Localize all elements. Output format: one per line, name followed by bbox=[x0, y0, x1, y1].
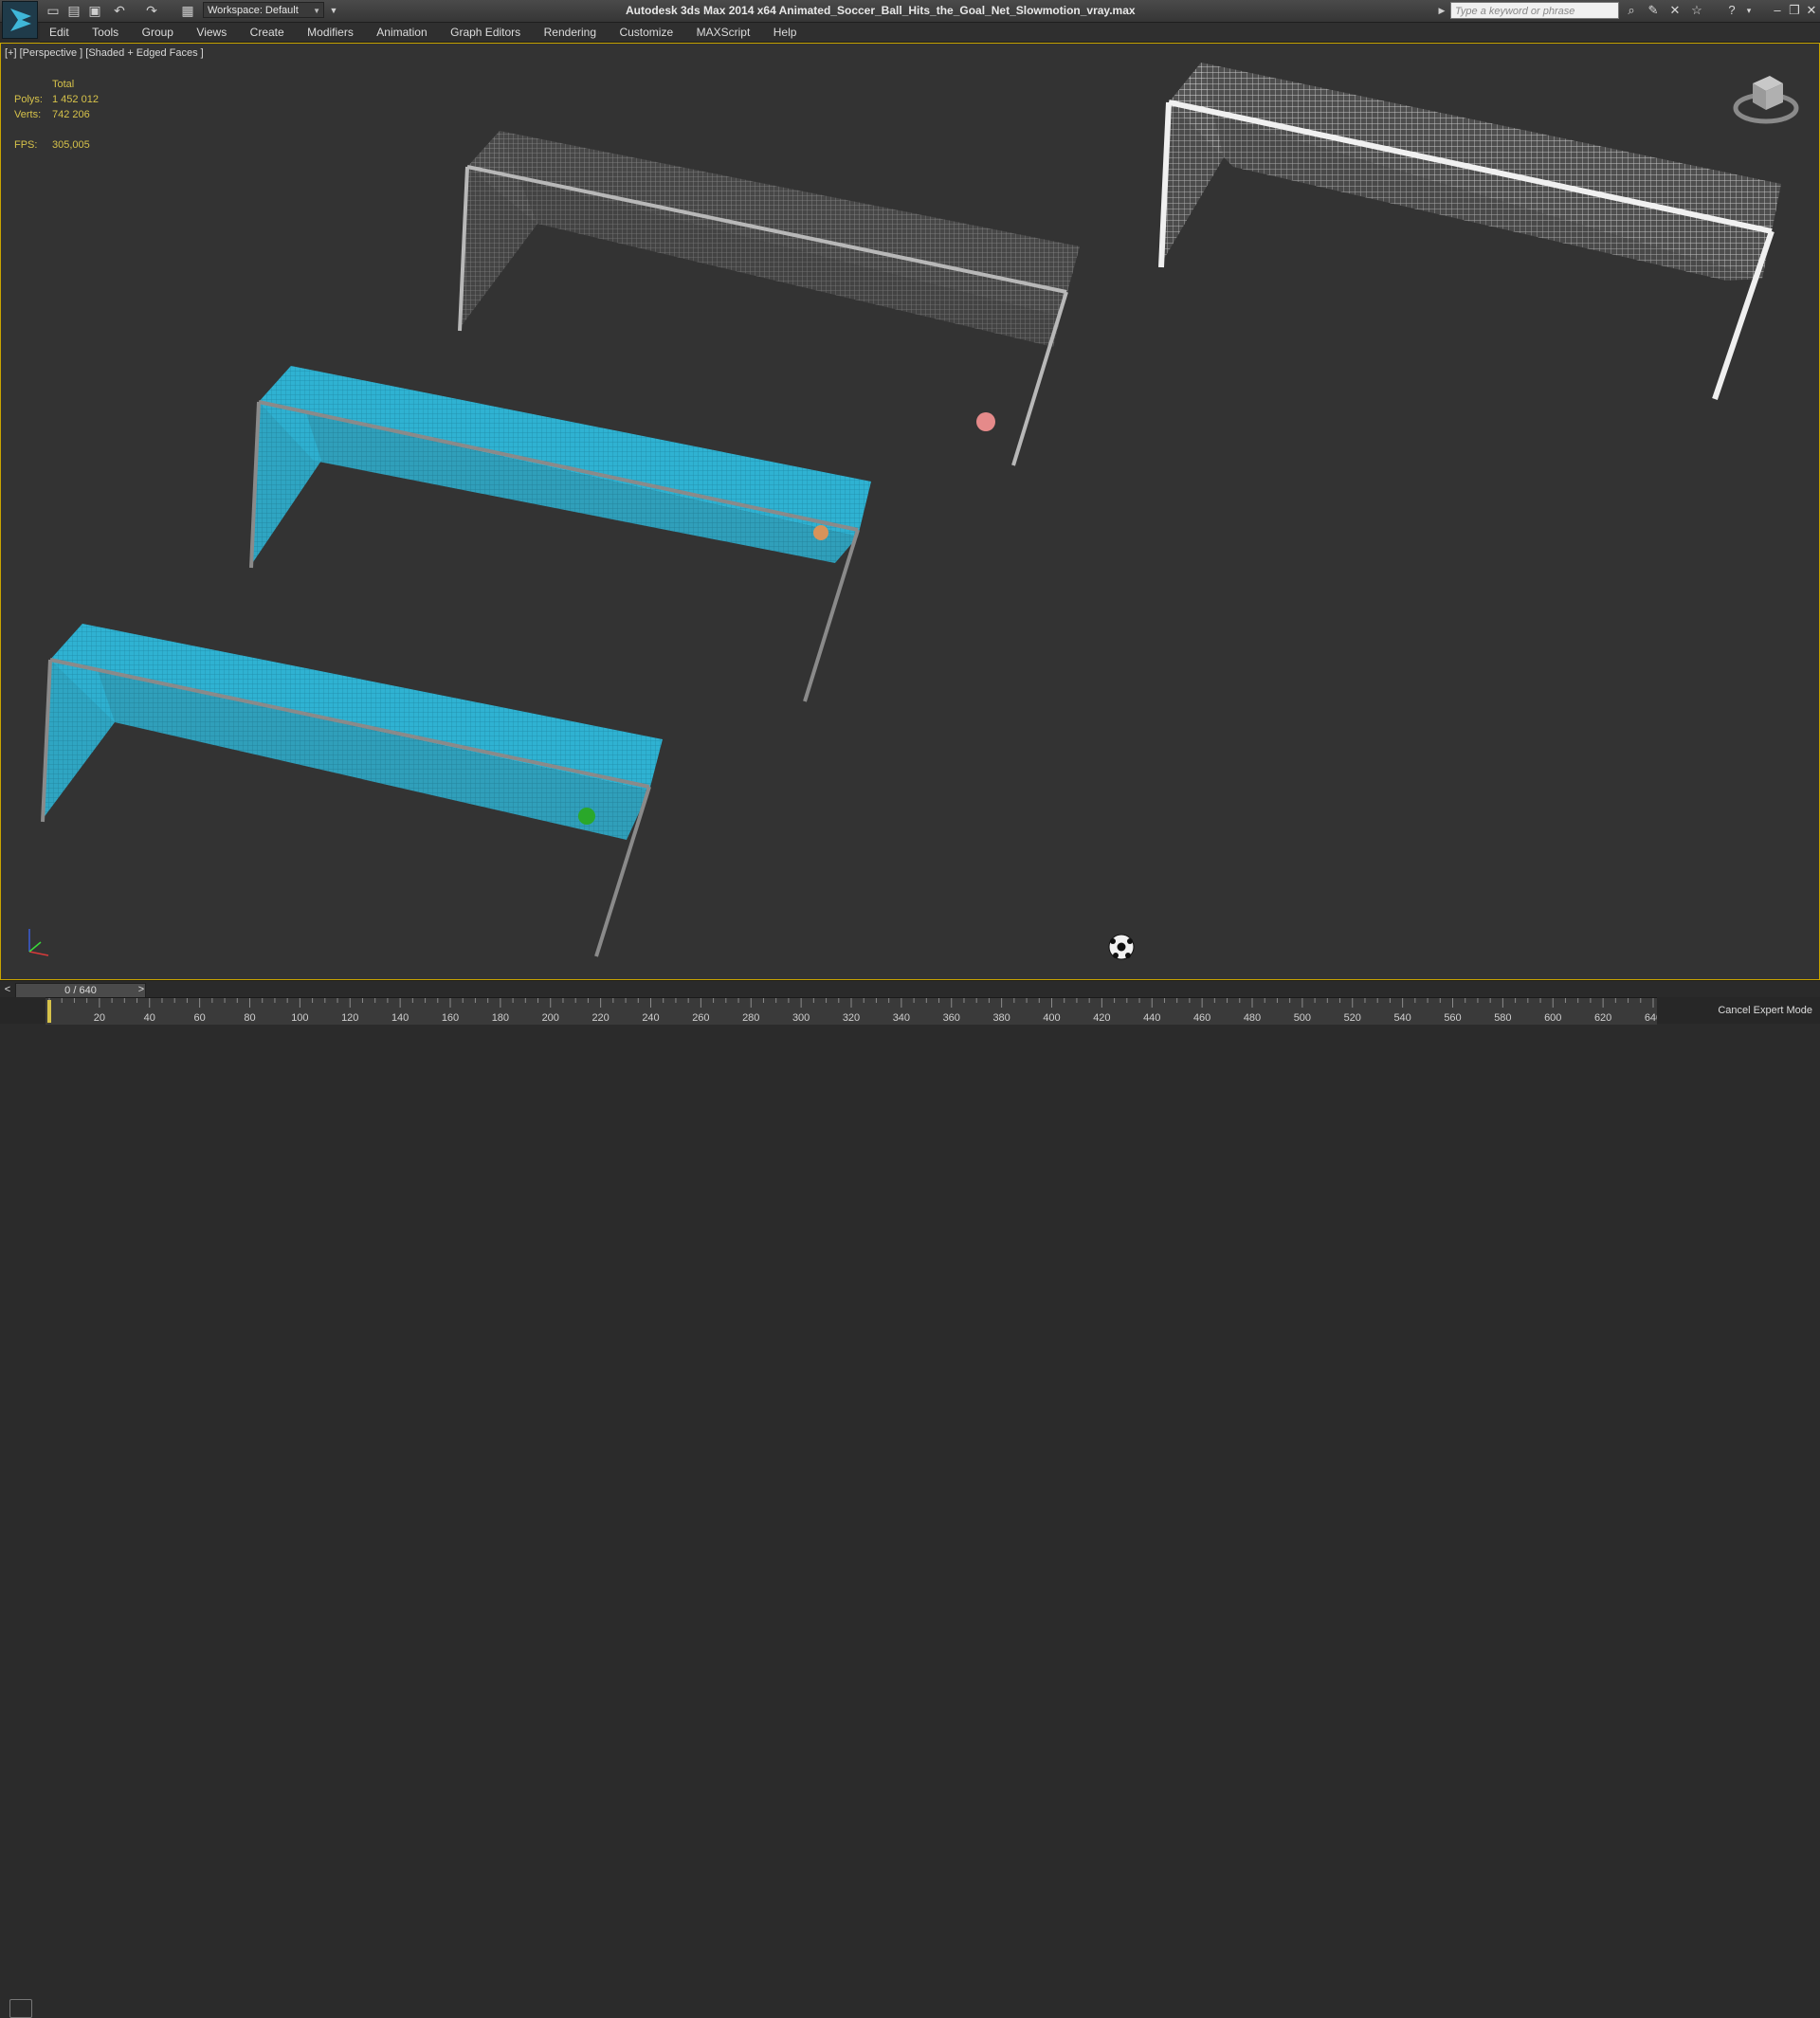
menu-customize[interactable]: Customize bbox=[619, 23, 673, 42]
menu-rendering[interactable]: Rendering bbox=[544, 23, 596, 42]
mini-curve-editor-icon[interactable] bbox=[9, 1999, 32, 2018]
help-icon[interactable]: ? bbox=[1723, 2, 1740, 19]
subscription-icon[interactable]: ✎ bbox=[1645, 2, 1662, 19]
undo-icon[interactable]: ↶ bbox=[112, 3, 127, 18]
track-tick-label: 340 bbox=[893, 1012, 910, 1024]
track-tick-label: 80 bbox=[244, 1012, 255, 1024]
favorites-star-icon[interactable]: ☆ bbox=[1688, 2, 1705, 19]
scene-canvas bbox=[41, 63, 1781, 960]
track-bar: 20 40 60 80 100 120 140 160 180 200 220 240 260 280 30… bbox=[0, 997, 1820, 2018]
viewcube[interactable] bbox=[1732, 64, 1800, 132]
menu-modifiers[interactable]: Modifiers bbox=[307, 23, 354, 42]
track-tick-label: 380 bbox=[992, 1012, 1010, 1024]
search-input[interactable]: Type a keyword or phrase bbox=[1450, 2, 1619, 19]
new-file-icon[interactable]: ▭ bbox=[46, 3, 61, 18]
title-bar: ▭ ▤ ▣ ↶ ↷ ▦ Workspace: Default ▼ ▼ Autod… bbox=[0, 0, 1820, 39]
project-folder-icon[interactable]: ▦ bbox=[180, 3, 195, 18]
time-slider-bar: < 0 / 640 > bbox=[0, 980, 1820, 998]
track-tick-label: 320 bbox=[843, 1012, 860, 1024]
binoculars-icon[interactable]: ⌕ bbox=[1623, 2, 1640, 19]
track-tick-label: 500 bbox=[1294, 1012, 1311, 1024]
quick-access-dropdown-icon[interactable]: ▼ bbox=[328, 3, 339, 18]
restore-icon[interactable]: ❐ bbox=[1786, 2, 1803, 19]
goal-net-cyan-middle[interactable] bbox=[249, 366, 871, 702]
chevron-down-icon: ▼ bbox=[313, 7, 320, 15]
track-tick-label: 200 bbox=[542, 1012, 559, 1024]
track-tick-label: 600 bbox=[1544, 1012, 1561, 1024]
track-tick-label: 560 bbox=[1444, 1012, 1461, 1024]
track-tick-label: 60 bbox=[194, 1012, 206, 1024]
track-tick-label: 420 bbox=[1093, 1012, 1110, 1024]
cancel-expert-mode-button[interactable]: Cancel Expert Mode bbox=[1718, 997, 1812, 1024]
ball-green[interactable] bbox=[578, 808, 595, 825]
workspace-dropdown[interactable]: Workspace: Default ▼ bbox=[203, 2, 324, 18]
ball-orange[interactable] bbox=[813, 525, 828, 540]
menu-maxscript[interactable]: MAXScript bbox=[697, 23, 751, 42]
close-icon[interactable]: ✕ bbox=[1803, 2, 1820, 19]
track-tick-label: 640 bbox=[1645, 1012, 1657, 1024]
viewcube-icon bbox=[1733, 76, 1799, 124]
track-tick-label: 180 bbox=[492, 1012, 509, 1024]
track-tick-label: 360 bbox=[943, 1012, 960, 1024]
track-tick-label: 100 bbox=[291, 1012, 308, 1024]
track-tick-label: 20 bbox=[94, 1012, 105, 1024]
track-tick-label: 140 bbox=[391, 1012, 409, 1024]
track-tick-label: 400 bbox=[1043, 1012, 1060, 1024]
time-prev-button[interactable]: < bbox=[1, 982, 14, 997]
window-title: Autodesk 3ds Max 2014 x64 Animated_Socce… bbox=[626, 4, 1136, 17]
track-tick-label: 280 bbox=[742, 1012, 759, 1024]
track-tick-label: 300 bbox=[792, 1012, 810, 1024]
minimize-icon[interactable]: – bbox=[1769, 2, 1786, 19]
soccer-ball[interactable] bbox=[1108, 934, 1135, 960]
menu-create[interactable]: Create bbox=[250, 23, 284, 42]
track-tick-label: 160 bbox=[442, 1012, 459, 1024]
track-tick-label: 580 bbox=[1494, 1012, 1511, 1024]
track-ruler[interactable]: 20 40 60 80 100 120 140 160 180 200 220 240 260 280 30… bbox=[46, 997, 1657, 1025]
menu-views[interactable]: Views bbox=[196, 23, 227, 42]
communication-icon[interactable]: ✕ bbox=[1666, 2, 1684, 19]
track-tick-label: 460 bbox=[1193, 1012, 1210, 1024]
track-tick-label: 240 bbox=[642, 1012, 659, 1024]
save-file-icon[interactable]: ▣ bbox=[87, 3, 102, 18]
track-tick-label: 540 bbox=[1393, 1012, 1410, 1024]
menu-group[interactable]: Group bbox=[142, 23, 173, 42]
axis-tripod-icon bbox=[18, 923, 56, 966]
track-tick-label: 220 bbox=[592, 1012, 609, 1024]
track-tick-label: 480 bbox=[1244, 1012, 1261, 1024]
menu-graph-editors[interactable]: Graph Editors bbox=[450, 23, 520, 42]
menu-edit[interactable]: Edit bbox=[49, 23, 69, 42]
track-tick-label: 120 bbox=[341, 1012, 358, 1024]
workspace-label: Workspace: Default bbox=[208, 5, 299, 16]
track-tick-label: 440 bbox=[1143, 1012, 1160, 1024]
redo-icon[interactable]: ↷ bbox=[144, 3, 159, 18]
time-next-button[interactable]: > bbox=[135, 982, 148, 997]
goal-net-white[interactable] bbox=[1158, 63, 1781, 400]
track-tick-label: 520 bbox=[1344, 1012, 1361, 1024]
open-file-icon[interactable]: ▤ bbox=[66, 3, 82, 18]
help-dropdown-icon[interactable]: ▾ bbox=[1740, 2, 1757, 19]
track-tick-label: 40 bbox=[144, 1012, 155, 1024]
current-frame-marker[interactable] bbox=[47, 1000, 51, 1023]
ball-red[interactable] bbox=[976, 412, 995, 431]
menu-bar: Edit Tools Group Views Create Modifiers … bbox=[40, 23, 1820, 43]
search-expand-icon[interactable]: ▶ bbox=[1437, 3, 1447, 18]
3dsmax-logo-icon bbox=[10, 9, 31, 31]
goal-net-cyan-bottom[interactable] bbox=[41, 624, 663, 957]
menu-help[interactable]: Help bbox=[774, 23, 797, 42]
time-slider-thumb[interactable]: 0 / 640 bbox=[15, 983, 146, 998]
menu-tools[interactable]: Tools bbox=[92, 23, 118, 42]
perspective-viewport[interactable]: [+] [Perspective ] [Shaded + Edged Faces… bbox=[0, 43, 1820, 980]
app-menu-button[interactable] bbox=[2, 1, 38, 39]
track-tick-label: 260 bbox=[692, 1012, 709, 1024]
menu-animation[interactable]: Animation bbox=[376, 23, 427, 42]
track-tick-label: 620 bbox=[1594, 1012, 1611, 1024]
